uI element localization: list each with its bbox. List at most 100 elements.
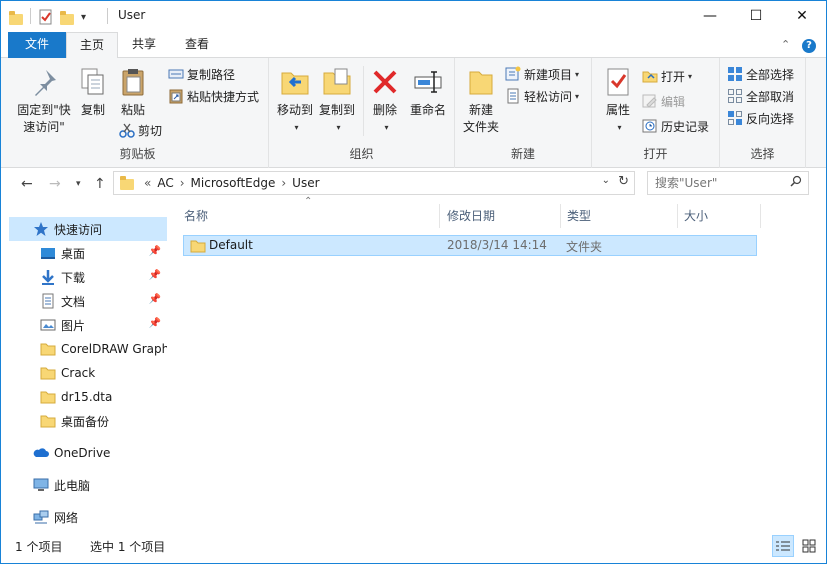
column-header-type[interactable]: 类型 <box>561 204 678 228</box>
new-folder-quick-icon[interactable] <box>60 8 74 26</box>
customize-quick-access-icon[interactable]: ▾ <box>81 8 86 26</box>
pin-label-line1: 固定到"快 <box>17 103 71 117</box>
chevron-right-icon[interactable]: › <box>180 176 185 190</box>
copy-button[interactable]: 复制 <box>75 66 111 119</box>
nav-item-label: 下载 <box>61 270 86 285</box>
tab-share[interactable]: 共享 <box>118 32 170 58</box>
close-button[interactable]: ✕ <box>779 1 825 31</box>
download-arrow-icon <box>40 269 56 285</box>
move-to-label: 移动到 <box>276 103 313 117</box>
pin-icon[interactable]: 📌 <box>149 270 161 281</box>
nav-item-network[interactable]: 网络 <box>9 505 167 529</box>
history-button[interactable]: 历史记录 <box>642 116 709 136</box>
delete-button[interactable]: 删除 ▾ <box>369 66 401 136</box>
navigation-bar: ← → ▾ ↑ « AC › MicrosoftEdge › User ⌄ ↻ … <box>1 168 826 200</box>
item-count: 1 个项目 <box>15 540 63 554</box>
paste-label: 粘贴 <box>120 103 145 117</box>
select-all-button[interactable]: 全部选择 <box>727 64 794 84</box>
up-arrow-icon[interactable]: ↑ <box>94 176 106 192</box>
collapse-ribbon-icon[interactable]: ⌃ <box>781 38 790 51</box>
back-arrow-icon[interactable]: ← <box>21 176 33 192</box>
nav-item-onedrive[interactable]: OneDrive <box>9 441 167 465</box>
rename-button[interactable]: 重命名 <box>407 66 449 119</box>
pin-icon[interactable]: 📌 <box>149 246 161 257</box>
table-row[interactable]: Default 2018/3/14 14:14 文件夹 <box>183 235 757 256</box>
tab-home[interactable]: 主页 <box>66 32 118 59</box>
paste-button[interactable]: 粘贴 <box>115 66 151 119</box>
edit-button[interactable]: 编辑 <box>642 91 685 111</box>
breadcrumb-ac[interactable]: AC <box>157 176 173 190</box>
tab-view[interactable]: 查看 <box>171 32 223 58</box>
status-bar: 1 个项目 选中 1 个项目 <box>1 532 826 563</box>
history-icon <box>642 118 658 134</box>
new-folder-label-line1: 新建 <box>468 103 493 117</box>
nav-item-documents[interactable]: 文档 📌 <box>9 289 167 313</box>
search-input[interactable]: 搜索"User" <box>647 171 809 195</box>
forward-arrow-icon[interactable]: → <box>49 176 61 192</box>
properties-quick-icon[interactable] <box>38 8 54 26</box>
navigation-pane: 快速访问 桌面 📌 下载 📌 文档 📌 图片 📌 CorelDRAW Graph… <box>9 200 167 532</box>
nav-item-crack[interactable]: Crack <box>9 361 167 385</box>
tab-file[interactable]: 文件 <box>8 32 66 58</box>
pin-quick-access-button[interactable]: 固定到"快 速访问" <box>13 66 75 136</box>
move-to-dropdown-icon[interactable]: ▾ <box>278 119 315 136</box>
pin-icon[interactable]: 📌 <box>149 318 161 329</box>
nav-item-desktop-backup[interactable]: 桌面备份 <box>9 409 167 433</box>
large-icons-view-icon[interactable] <box>798 535 820 557</box>
new-folder-label-line2: 文件夹 <box>462 120 499 134</box>
new-group: 新建 文件夹 新建项目 ▾ 轻松访问 ▾ 新建 <box>455 58 592 168</box>
easy-access-button[interactable]: 轻松访问 ▾ <box>505 86 579 106</box>
select-group: 全部选择 全部取消 反向选择 选择 <box>720 58 806 168</box>
nav-item-quick-access[interactable]: 快速访问 <box>9 217 167 241</box>
folder-icon <box>40 389 56 405</box>
copy-icon <box>77 66 109 98</box>
nav-item-coreldraw[interactable]: CorelDRAW Graphics <box>9 337 167 361</box>
folder-icon <box>40 341 56 357</box>
folder-icon <box>40 365 56 381</box>
new-item-button[interactable]: 新建项目 ▾ <box>505 64 579 84</box>
nav-item-pictures[interactable]: 图片 📌 <box>9 313 167 337</box>
delete-dropdown-icon[interactable]: ▾ <box>372 119 401 136</box>
rename-label: 重命名 <box>409 103 446 117</box>
properties-button[interactable]: 属性 ▾ <box>598 66 638 136</box>
open-button[interactable]: 打开 ▾ <box>642 66 692 86</box>
desktop-icon <box>40 245 56 261</box>
select-none-button[interactable]: 全部取消 <box>727 86 794 106</box>
picture-icon <box>40 317 56 333</box>
copy-to-button[interactable]: 复制到 ▾ <box>317 66 357 136</box>
address-bar[interactable]: « AC › MicrosoftEdge › User ⌄ ↻ <box>113 171 635 195</box>
nav-item-downloads[interactable]: 下载 📌 <box>9 265 167 289</box>
paste-shortcut-button[interactable]: 粘贴快捷方式 <box>168 86 259 106</box>
ribbon: 固定到"快 速访问" 复制 粘贴 复制路径 粘贴快捷方式 剪切 剪贴板 移动到 … <box>1 58 826 168</box>
help-icon[interactable]: ? <box>802 38 816 53</box>
edit-icon <box>642 93 658 109</box>
minimize-button[interactable]: — <box>687 1 733 31</box>
select-all-icon <box>727 66 743 82</box>
breadcrumb-user[interactable]: User <box>292 176 319 190</box>
refresh-icon[interactable]: ↻ <box>618 174 629 189</box>
details-view-icon[interactable] <box>772 535 794 557</box>
search-icon[interactable] <box>790 172 802 194</box>
edit-label: 编辑 <box>661 94 686 109</box>
invert-selection-button[interactable]: 反向选择 <box>727 108 794 128</box>
recent-locations-icon[interactable]: ▾ <box>76 179 81 189</box>
chevron-right-icon[interactable]: › <box>281 176 286 190</box>
copy-path-button[interactable]: 复制路径 <box>168 64 235 84</box>
copy-to-dropdown-icon[interactable]: ▾ <box>320 119 357 136</box>
new-folder-button[interactable]: 新建 文件夹 <box>459 66 503 136</box>
column-header-modified[interactable]: 修改日期 <box>441 204 561 228</box>
nav-item-this-pc[interactable]: 此电脑 <box>9 473 167 497</box>
nav-item-desktop[interactable]: 桌面 📌 <box>9 241 167 265</box>
file-list: ⌃ 名称 修改日期 类型 大小 Default 2018/3/14 14:14 … <box>169 196 826 532</box>
cut-button[interactable]: 剪切 <box>119 120 162 140</box>
properties-dropdown-icon[interactable]: ▾ <box>601 119 638 136</box>
pin-icon[interactable]: 📌 <box>149 294 161 305</box>
nav-item-dr15-dta[interactable]: dr15.dta <box>9 385 167 409</box>
move-to-button[interactable]: 移动到 ▾ <box>275 66 315 136</box>
column-header-size[interactable]: 大小 <box>678 204 761 228</box>
column-header-name[interactable]: 名称 <box>178 204 440 228</box>
address-overflow[interactable]: « <box>144 176 151 190</box>
breadcrumb-microsoftedge[interactable]: MicrosoftEdge <box>191 176 276 190</box>
address-dropdown-icon[interactable]: ⌄ <box>602 175 610 186</box>
maximize-button[interactable]: ☐ <box>733 1 779 31</box>
